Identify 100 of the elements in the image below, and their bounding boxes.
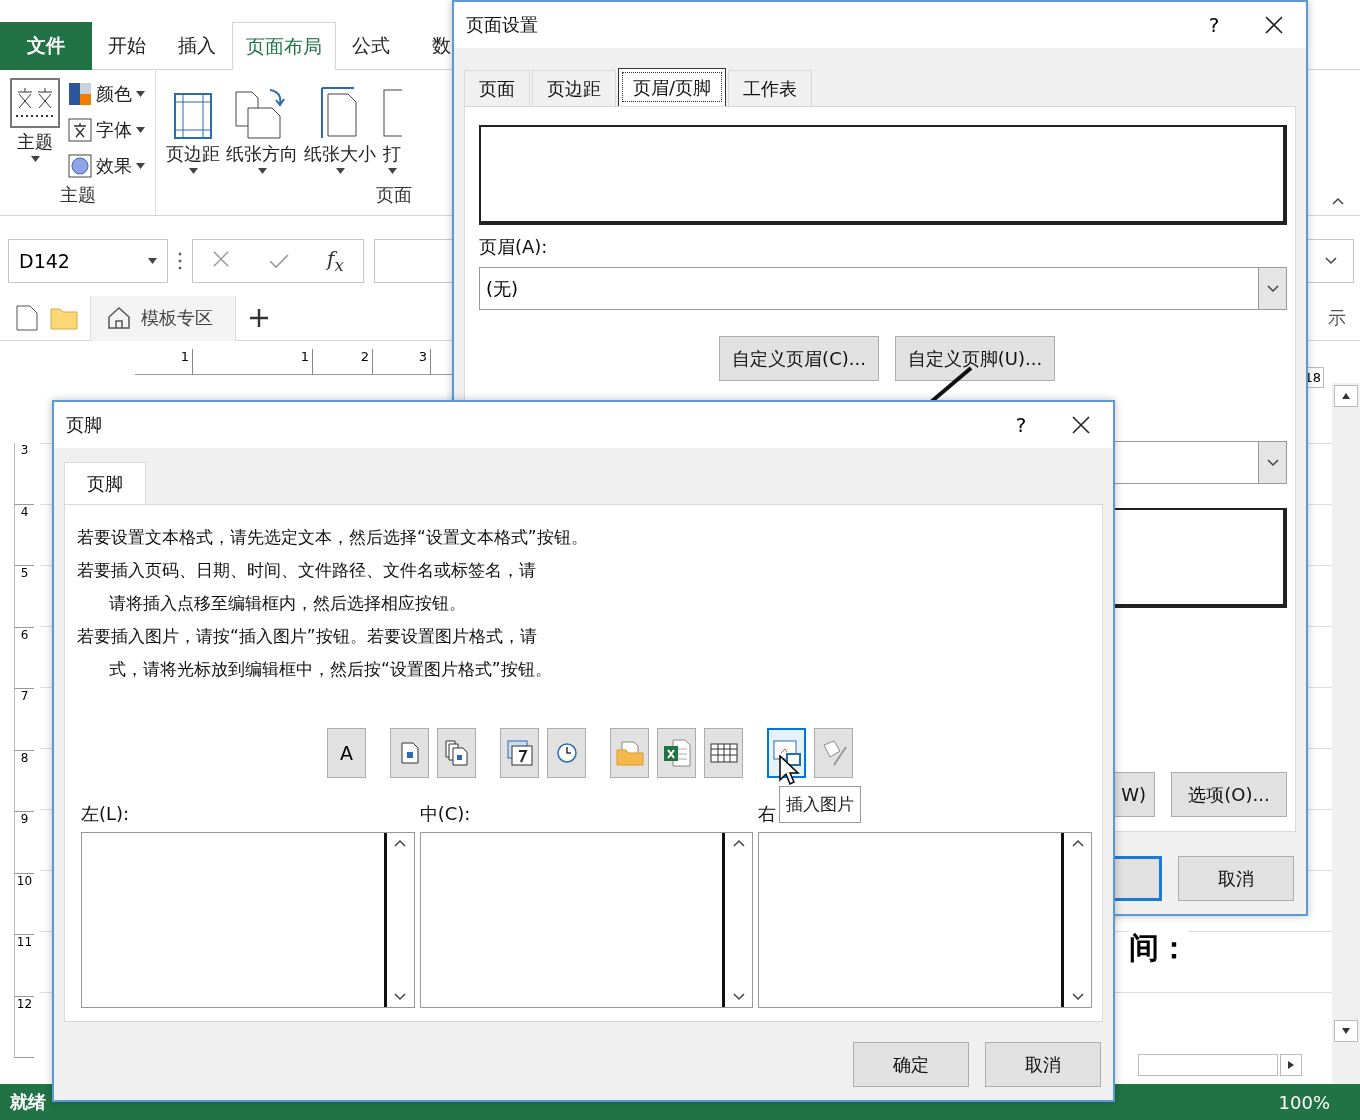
section-label: 右 xyxy=(758,802,777,826)
page-icon xyxy=(400,742,419,764)
expand-icon[interactable] xyxy=(1324,257,1337,265)
dropdown-icon[interactable] xyxy=(1266,458,1279,467)
dialog-title: 页面设置 xyxy=(466,13,539,37)
cancel-button[interactable]: 取消 xyxy=(985,1042,1101,1087)
calendar-icon xyxy=(506,740,533,766)
home-icon xyxy=(107,306,131,330)
header-select[interactable]: (无) xyxy=(479,267,1287,310)
dialog-tab[interactable]: 页面 xyxy=(464,70,530,106)
check-icon[interactable] xyxy=(268,253,289,269)
ribbon-dropdown-button[interactable]: 字体 xyxy=(68,114,145,146)
ruler-number: 10 xyxy=(14,873,34,935)
theme-button[interactable]: 主题 xyxy=(10,78,60,183)
font-icon xyxy=(68,118,92,142)
spreadsheet-file-icon xyxy=(662,739,691,767)
theme-icon xyxy=(10,78,60,128)
caret-icon xyxy=(335,168,345,174)
zoom-level[interactable]: 100% xyxy=(1278,1091,1330,1113)
print-area-icon xyxy=(382,86,402,140)
help-button[interactable]: ? xyxy=(1001,413,1041,437)
field-label: 页眉(A): xyxy=(479,235,548,259)
scroll-up-icon[interactable] xyxy=(394,839,407,847)
scroll-down-icon[interactable] xyxy=(1071,993,1084,1001)
scroll-down-icon[interactable] xyxy=(394,993,407,1001)
ribbon-tab[interactable]: 公式 xyxy=(336,22,406,70)
dialog-tab[interactable]: 页脚 xyxy=(64,462,146,504)
instruction-text: 若要插入图片，请按“插入图片”按钮。若要设置图片格式，请 xyxy=(77,625,538,648)
close-icon xyxy=(212,250,231,268)
ruler-number: 3 xyxy=(14,443,34,505)
ok-button[interactable]: 确定 xyxy=(853,1042,969,1087)
tooltip: 插入图片 xyxy=(779,786,861,823)
ruler-number: 12 xyxy=(14,996,34,1058)
format-text-button[interactable]: A xyxy=(327,728,366,778)
pages-icon xyxy=(444,740,469,766)
ribbon-button[interactable]: 页边距 xyxy=(166,78,220,183)
caret-icon xyxy=(188,168,198,174)
ruler-number: 7 xyxy=(14,689,34,751)
cancel-button[interactable]: 取消 xyxy=(1178,856,1294,901)
scrollbar-thumb[interactable] xyxy=(1138,1054,1278,1076)
caret-icon xyxy=(136,91,145,97)
margins-icon xyxy=(173,92,213,140)
ribbon-button[interactable]: 纸张大小 xyxy=(304,78,376,183)
insert-function-button[interactable]: f$_{x}$ xyxy=(326,247,344,275)
ruler-number: 9 xyxy=(14,812,34,874)
section-label: 中(C): xyxy=(419,802,471,826)
caret-icon xyxy=(257,168,267,174)
group-label: 主题 xyxy=(58,183,97,207)
ruler-number: 6 xyxy=(14,627,34,689)
custom-button[interactable]: 自定义页脚(U)... xyxy=(895,336,1055,381)
plus-icon[interactable] xyxy=(248,307,270,329)
instruction-text: 若要设置文本格式，请先选定文本，然后选择“设置文本格式”按钮。 xyxy=(77,526,589,549)
dialog-tab[interactable]: 工作表 xyxy=(728,70,813,106)
scroll-down-icon[interactable] xyxy=(732,993,745,1001)
ruler-number: 4 xyxy=(14,504,34,566)
cursor-icon xyxy=(779,755,801,787)
group-label: 页面 xyxy=(376,183,412,207)
ribbon-tab[interactable]: 开始 xyxy=(92,22,162,70)
table-icon xyxy=(709,741,738,765)
custom-button[interactable]: 自定义页眉(C)... xyxy=(719,336,879,381)
scroll-up-icon[interactable] xyxy=(1071,839,1084,847)
right-arrow-icon xyxy=(1287,1060,1295,1070)
dialog-tab[interactable]: 页边距 xyxy=(532,70,616,106)
color-palette-icon xyxy=(68,82,92,106)
caret-icon xyxy=(136,163,145,169)
file-menu-tab[interactable]: 文件 xyxy=(0,22,92,70)
scroll-up-button[interactable] xyxy=(1334,385,1358,407)
ribbon-tab[interactable]: 插入 xyxy=(162,22,232,70)
ruler-number: 8 xyxy=(14,750,34,812)
caret-icon xyxy=(148,258,157,264)
dropdown-icon[interactable] xyxy=(1266,284,1279,293)
dialog-tab[interactable]: 页眉/页脚 xyxy=(618,68,727,106)
ruler-number: 5 xyxy=(14,566,34,628)
instruction-text: 请将插入点移至编辑框内，然后选择相应按钮。 xyxy=(108,592,467,615)
ribbon-tab[interactable]: 页面布局 xyxy=(232,22,336,70)
section-label: 左(L): xyxy=(81,802,130,826)
name-box[interactable]: D142 xyxy=(8,239,168,283)
caret-icon xyxy=(387,168,397,174)
down-arrow-icon xyxy=(1341,1027,1351,1035)
caret-icon xyxy=(136,127,145,133)
scroll-right-button[interactable] xyxy=(1280,1054,1302,1076)
status-text: 就绪 xyxy=(10,1090,46,1114)
instruction-text: 式，请将光标放到编辑框中，然后按“设置图片格式”按钮。 xyxy=(108,658,553,681)
help-button[interactable]: ? xyxy=(1194,13,1234,37)
toolbar-label: 示 xyxy=(1328,306,1346,330)
ribbon-button[interactable]: 打 xyxy=(382,78,402,183)
options-button[interactable]: 选项(O)... xyxy=(1171,772,1287,817)
close-icon xyxy=(1264,15,1284,35)
folder-icon xyxy=(615,740,644,766)
collapse-ribbon-icon[interactable] xyxy=(1332,197,1344,205)
scroll-down-button[interactable] xyxy=(1334,1020,1358,1042)
document-tab[interactable]: 模板专区 xyxy=(90,295,236,341)
up-arrow-icon xyxy=(1341,392,1351,400)
instruction-text: 若要插入页码、日期、时间、文件路径、文件名或标签名，请 xyxy=(77,559,537,582)
scroll-up-icon[interactable] xyxy=(732,839,745,847)
ribbon-dropdown-button[interactable]: 效果 xyxy=(68,150,145,182)
ribbon-dropdown-button[interactable]: 颜色 xyxy=(68,78,145,110)
ruler-number: 11 xyxy=(14,935,34,997)
ribbon-button[interactable]: 纸张方向 xyxy=(226,78,298,183)
close-icon xyxy=(1071,415,1091,435)
